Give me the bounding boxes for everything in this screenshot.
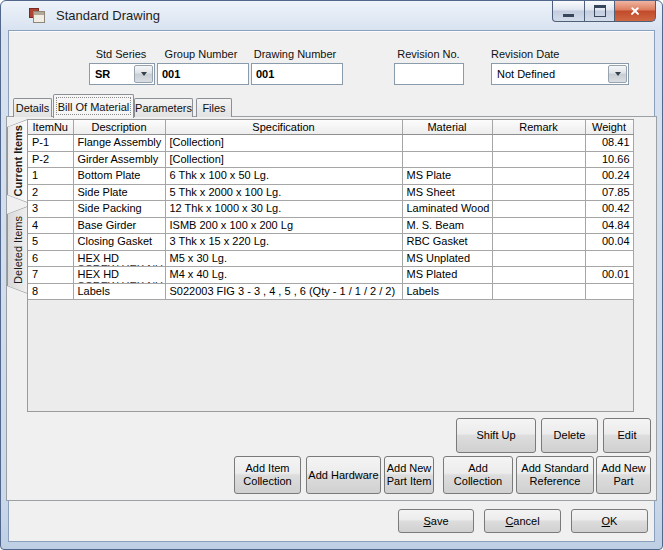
close-button[interactable] <box>615 1 656 22</box>
col-material[interactable]: Material <box>402 120 492 135</box>
drawing-number-label: Drawing Number <box>251 48 339 61</box>
minimize-icon <box>563 14 574 17</box>
cancel-button[interactable]: Cancel <box>484 509 561 533</box>
edit-button[interactable]: Edit <box>603 418 651 453</box>
col-itemnu[interactable]: ItemNu <box>28 120 73 135</box>
table-row[interactable]: 7 HEX HDSCREW HEX NU M4 x 40 Lg. MS Plat… <box>28 267 633 284</box>
col-description[interactable]: Description <box>73 120 165 135</box>
revision-no-label: Revision No. <box>394 48 463 61</box>
tab-parameters[interactable]: Parameters <box>134 98 193 117</box>
add-new-part-item-button[interactable]: Add New Part Item <box>384 456 434 494</box>
grid-header-row: ItemNu Description Specification Materia… <box>28 120 633 135</box>
add-item-collection-button[interactable]: Add Item Collection <box>234 456 301 494</box>
minimize-button[interactable] <box>552 1 585 22</box>
group-number-input[interactable] <box>157 63 249 85</box>
std-series-dropdown-button[interactable] <box>134 65 153 83</box>
maximize-icon <box>594 5 606 17</box>
maximize-button[interactable] <box>585 1 615 22</box>
tab-details[interactable]: Details <box>13 98 52 117</box>
standard-drawing-window: Standard Drawing Std Series Group Number… <box>0 0 663 550</box>
app-icon <box>29 8 45 23</box>
add-hardware-button[interactable]: Add Hardware <box>306 456 381 494</box>
group-number-label: Group Number <box>157 48 245 61</box>
chevron-down-icon <box>141 72 147 76</box>
side-tab-current-items[interactable]: Current Items <box>7 119 28 203</box>
table-row[interactable]: 4 Base Girder ISMB 200 x 100 x 200 Lg M.… <box>28 217 633 234</box>
table-row[interactable]: 5 Closing Gasket 3 Thk x 15 x 220 Lg. RB… <box>28 234 633 251</box>
std-series-label: Std Series <box>71 48 171 61</box>
std-series-select[interactable]: SR <box>89 63 155 85</box>
window-title: Standard Drawing <box>56 8 160 23</box>
col-weight[interactable]: Weight <box>585 120 633 135</box>
revision-no-input[interactable] <box>394 63 464 85</box>
table-row[interactable]: 2 Side Plate 5 Thk x 2000 x 100 Lg. MS S… <box>28 184 633 201</box>
table-row[interactable]: 8 Labels S022003 FIG 3 - 3 , 4 , 5 , 6 (… <box>28 283 633 300</box>
table-row[interactable]: P-1 Flange Assembly [Collection] 08.41 <box>28 135 633 152</box>
delete-button[interactable]: Delete <box>541 418 598 453</box>
add-collection-button[interactable]: Add Collection <box>443 456 513 494</box>
revision-date-label: Revision Date <box>491 48 591 61</box>
table-row[interactable]: 6 HEX HDSCREW HEX NU M5 x 30 Lg. MS Unpl… <box>28 250 633 267</box>
titlebar[interactable]: Standard Drawing <box>1 1 662 30</box>
revision-date-dropdown-button[interactable] <box>608 65 627 83</box>
tab-files[interactable]: Files <box>196 98 232 117</box>
table-row[interactable]: 1 Bottom Plate 6 Thk x 100 x 50 Lg. MS P… <box>28 168 633 185</box>
add-new-part-button[interactable]: Add New Part <box>596 456 651 494</box>
side-tab-deleted-items[interactable]: Deleted Items <box>7 206 28 294</box>
chevron-down-icon <box>615 72 621 76</box>
col-specification[interactable]: Specification <box>165 120 402 135</box>
col-remark[interactable]: Remark <box>492 120 585 135</box>
drawing-number-input[interactable] <box>251 63 343 85</box>
bom-grid: ItemNu Description Specification Materia… <box>27 119 634 412</box>
tab-bill-of-material[interactable]: Bill Of Material <box>53 94 134 118</box>
table-row[interactable]: P-2 Girder Assembly [Collection] 10.66 <box>28 151 633 168</box>
add-standard-reference-button[interactable]: Add Standard Reference <box>516 456 594 494</box>
revision-date-select[interactable]: Not Defined <box>491 63 629 85</box>
save-button[interactable]: Save <box>398 509 474 533</box>
ok-button[interactable]: OK <box>571 509 648 533</box>
table-row[interactable]: 3 Side Packing 12 Thk x 1000 x 30 Lg. La… <box>28 201 633 218</box>
close-icon <box>629 5 641 17</box>
shift-up-button[interactable]: Shift Up <box>456 418 536 453</box>
